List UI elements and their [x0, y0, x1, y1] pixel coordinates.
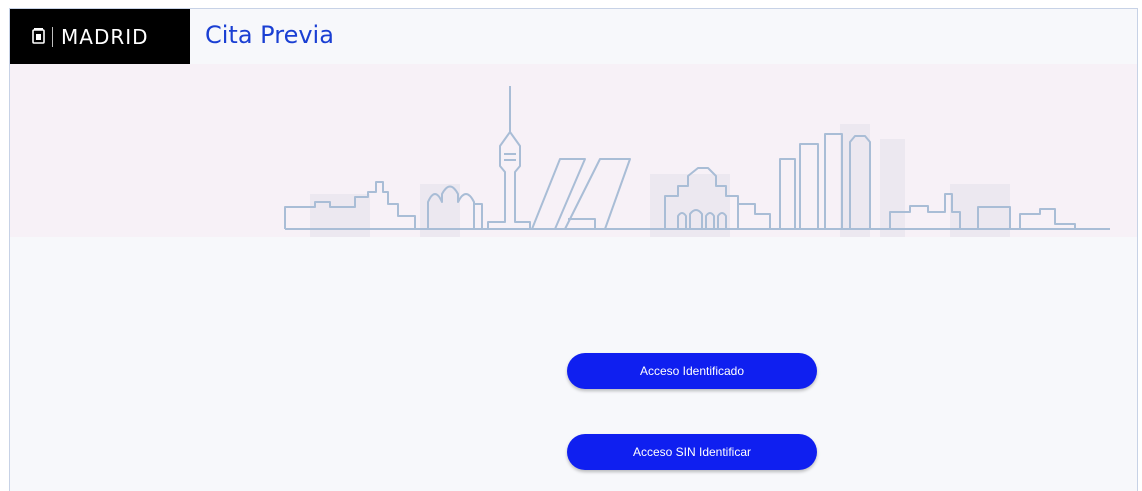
madrid-logo[interactable]: MADRID [10, 9, 190, 64]
logo-text: MADRID [61, 24, 149, 49]
madrid-crest-icon [32, 28, 45, 44]
page-frame: MADRID Cita Previa Acceso Identificado A… [9, 8, 1138, 491]
logo-separator [52, 26, 53, 47]
madrid-skyline-illustration [284, 86, 1110, 237]
acceso-sin-identificar-button[interactable]: Acceso SIN Identificar [567, 434, 817, 470]
acceso-identificado-button[interactable]: Acceso Identificado [567, 353, 817, 389]
header: MADRID Cita Previa [10, 9, 1137, 64]
skyline-banner [10, 64, 1137, 237]
app-title: Cita Previa [205, 21, 334, 49]
